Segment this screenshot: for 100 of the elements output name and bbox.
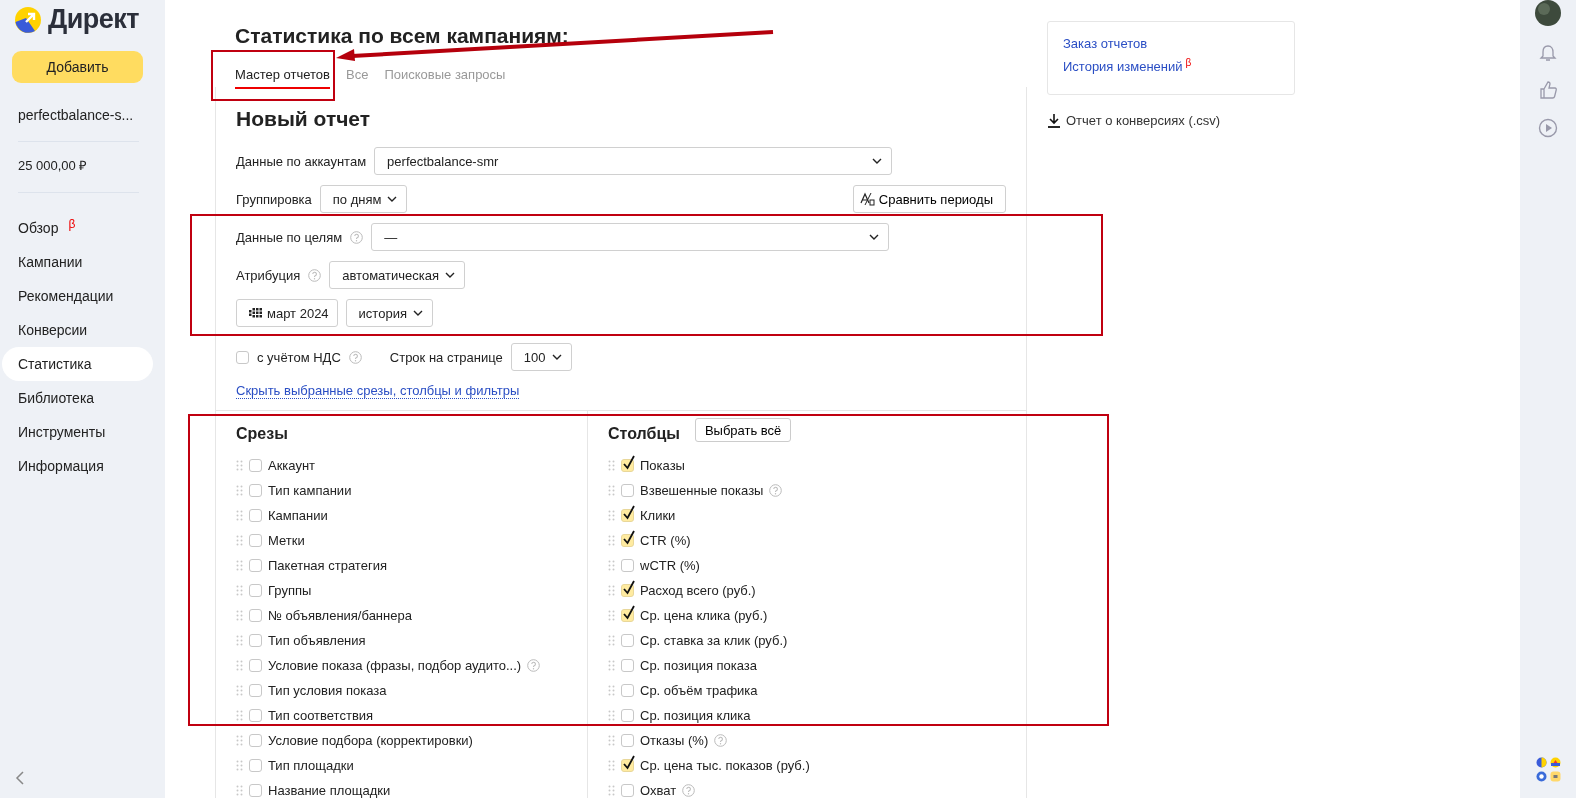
checkbox-label[interactable]: CTR (%) [640,533,691,548]
checkbox-label[interactable]: Условие подбора (корректировки) [268,733,473,748]
checkbox-label[interactable]: Взвешенные показы [640,483,764,498]
drag-handle-icon[interactable] [236,485,243,496]
checkbox-label[interactable]: Ср. позиция клика [640,708,751,723]
help-icon[interactable] [714,734,728,747]
checkbox[interactable] [621,659,634,672]
history-select[interactable]: история [345,299,433,327]
sidebar-item[interactable]: Информация [2,449,153,483]
checkbox[interactable] [249,584,262,597]
checkbox-label[interactable]: Тип площадки [268,758,354,773]
add-button[interactable]: Добавить [12,51,143,83]
app-icon[interactable] [1535,771,1547,782]
drag-handle-icon[interactable] [608,660,615,671]
drag-handle-icon[interactable] [236,710,243,721]
sidebar-item[interactable]: Конверсии [2,313,153,347]
checkbox-label[interactable]: Группы [268,583,312,598]
drag-handle-icon[interactable] [608,460,615,471]
collapse-icon[interactable] [14,770,26,786]
hide-filters-link[interactable]: Скрыть выбранные срезы, столбцы и фильтры [236,383,520,399]
drag-handle-icon[interactable] [236,660,243,671]
checkbox-label[interactable]: Клики [640,508,676,523]
period-button[interactable]: март 2024 [236,299,338,327]
drag-handle-icon[interactable] [608,510,615,521]
help-icon[interactable] [769,484,783,497]
checkbox-label[interactable]: Ср. цена клика (руб.) [640,608,768,623]
checkbox-label[interactable]: № объявления/баннера [268,608,412,623]
drag-handle-icon[interactable] [608,485,615,496]
checkbox-label[interactable]: с учётом НДС [257,349,341,365]
drag-handle-icon[interactable] [236,510,243,521]
drag-handle-icon[interactable] [236,635,243,646]
help-icon[interactable] [308,268,322,282]
drag-handle-icon[interactable] [608,735,615,746]
drag-handle-icon[interactable] [236,735,243,746]
checkbox[interactable] [621,634,634,647]
tab[interactable]: Мастер отчетов [235,67,330,89]
sidebar-item[interactable]: Инструменты [2,415,153,449]
drag-handle-icon[interactable] [608,685,615,696]
account-select[interactable]: perfectbalance-smr [374,147,893,175]
grouping-select[interactable]: по дням [319,185,408,213]
help-icon[interactable] [682,784,696,797]
drag-handle-icon[interactable] [236,535,243,546]
goals-select[interactable]: — [371,223,890,251]
drag-handle-icon[interactable] [608,785,615,796]
drag-handle-icon[interactable] [608,760,615,771]
checkbox-label[interactable]: Название площадки [268,783,391,798]
drag-handle-icon[interactable] [236,685,243,696]
checkbox-label[interactable]: Тип соответствия [268,708,374,723]
app-icon[interactable] [1535,757,1547,768]
checkbox-label[interactable]: Тип кампании [268,483,352,498]
checkbox-label[interactable]: Метки [268,533,305,548]
drag-handle-icon[interactable] [608,635,615,646]
checkbox[interactable] [249,659,262,672]
checkbox-label[interactable]: Ср. объём трафика [640,683,758,698]
checkbox[interactable] [249,684,262,697]
sidebar-item[interactable]: Библиотека [2,381,153,415]
drag-handle-icon[interactable] [236,460,243,471]
drag-handle-icon[interactable] [608,610,615,621]
checkbox[interactable] [249,509,262,522]
checkbox[interactable] [621,734,634,747]
drag-handle-icon[interactable] [608,710,615,721]
checkbox[interactable] [249,734,262,747]
drag-handle-icon[interactable] [608,585,615,596]
panel-link[interactable]: История изменений $^{β}$ [1063,59,1192,74]
checkbox[interactable] [621,709,634,722]
checkbox[interactable] [621,784,634,797]
avatar[interactable] [1535,0,1561,26]
app-icon[interactable] [1549,757,1561,768]
checkbox-label[interactable]: Ср. позиция показа [640,658,758,673]
panel-link[interactable]: Заказ отчетов [1063,36,1148,51]
drag-handle-icon[interactable] [236,560,243,571]
download-link[interactable]: Отчет о конверсиях (.csv) [1047,113,1295,128]
checkbox[interactable] [249,709,262,722]
checkbox-label[interactable]: Тип объявления [268,633,366,648]
account-name[interactable]: perfectbalance-s... [18,107,165,123]
checkbox-label[interactable]: Аккаунт [268,458,316,473]
checkbox-label[interactable]: Тип условия показа [268,683,387,698]
drag-handle-icon[interactable] [236,610,243,621]
checkbox[interactable] [249,759,262,772]
drag-handle-icon[interactable] [236,785,243,796]
help-icon[interactable] [348,350,362,364]
rows-per-page-select[interactable]: 100 [510,343,572,371]
checkbox-label[interactable]: Ср. цена тыс. показов (руб.) [640,758,810,773]
checkbox[interactable] [249,609,262,622]
compare-periods-button[interactable]: Сравнить периоды [852,185,1006,213]
checkbox-label[interactable]: Условие показа (фразы, подбор аудито...) [268,658,522,673]
play-icon[interactable] [1538,118,1558,138]
checkbox-label[interactable]: Показы [640,458,685,473]
sidebar-item[interactable]: Кампании [2,245,153,279]
download-label[interactable]: Отчет о конверсиях (.csv) [1066,113,1221,128]
checkbox-label[interactable]: Кампании [268,508,328,523]
drag-handle-icon[interactable] [608,535,615,546]
checkbox[interactable] [249,459,262,472]
checkbox[interactable] [249,634,262,647]
help-icon[interactable] [350,230,364,244]
sidebar-item[interactable]: Рекомендации [2,279,153,313]
sidebar-item[interactable]: Обзор $^{β}$ [2,211,153,245]
checkbox-label[interactable]: wCTR (%) [640,558,700,573]
checkbox-label[interactable]: Охват [640,783,677,798]
thumbs-up-icon[interactable] [1538,80,1558,100]
